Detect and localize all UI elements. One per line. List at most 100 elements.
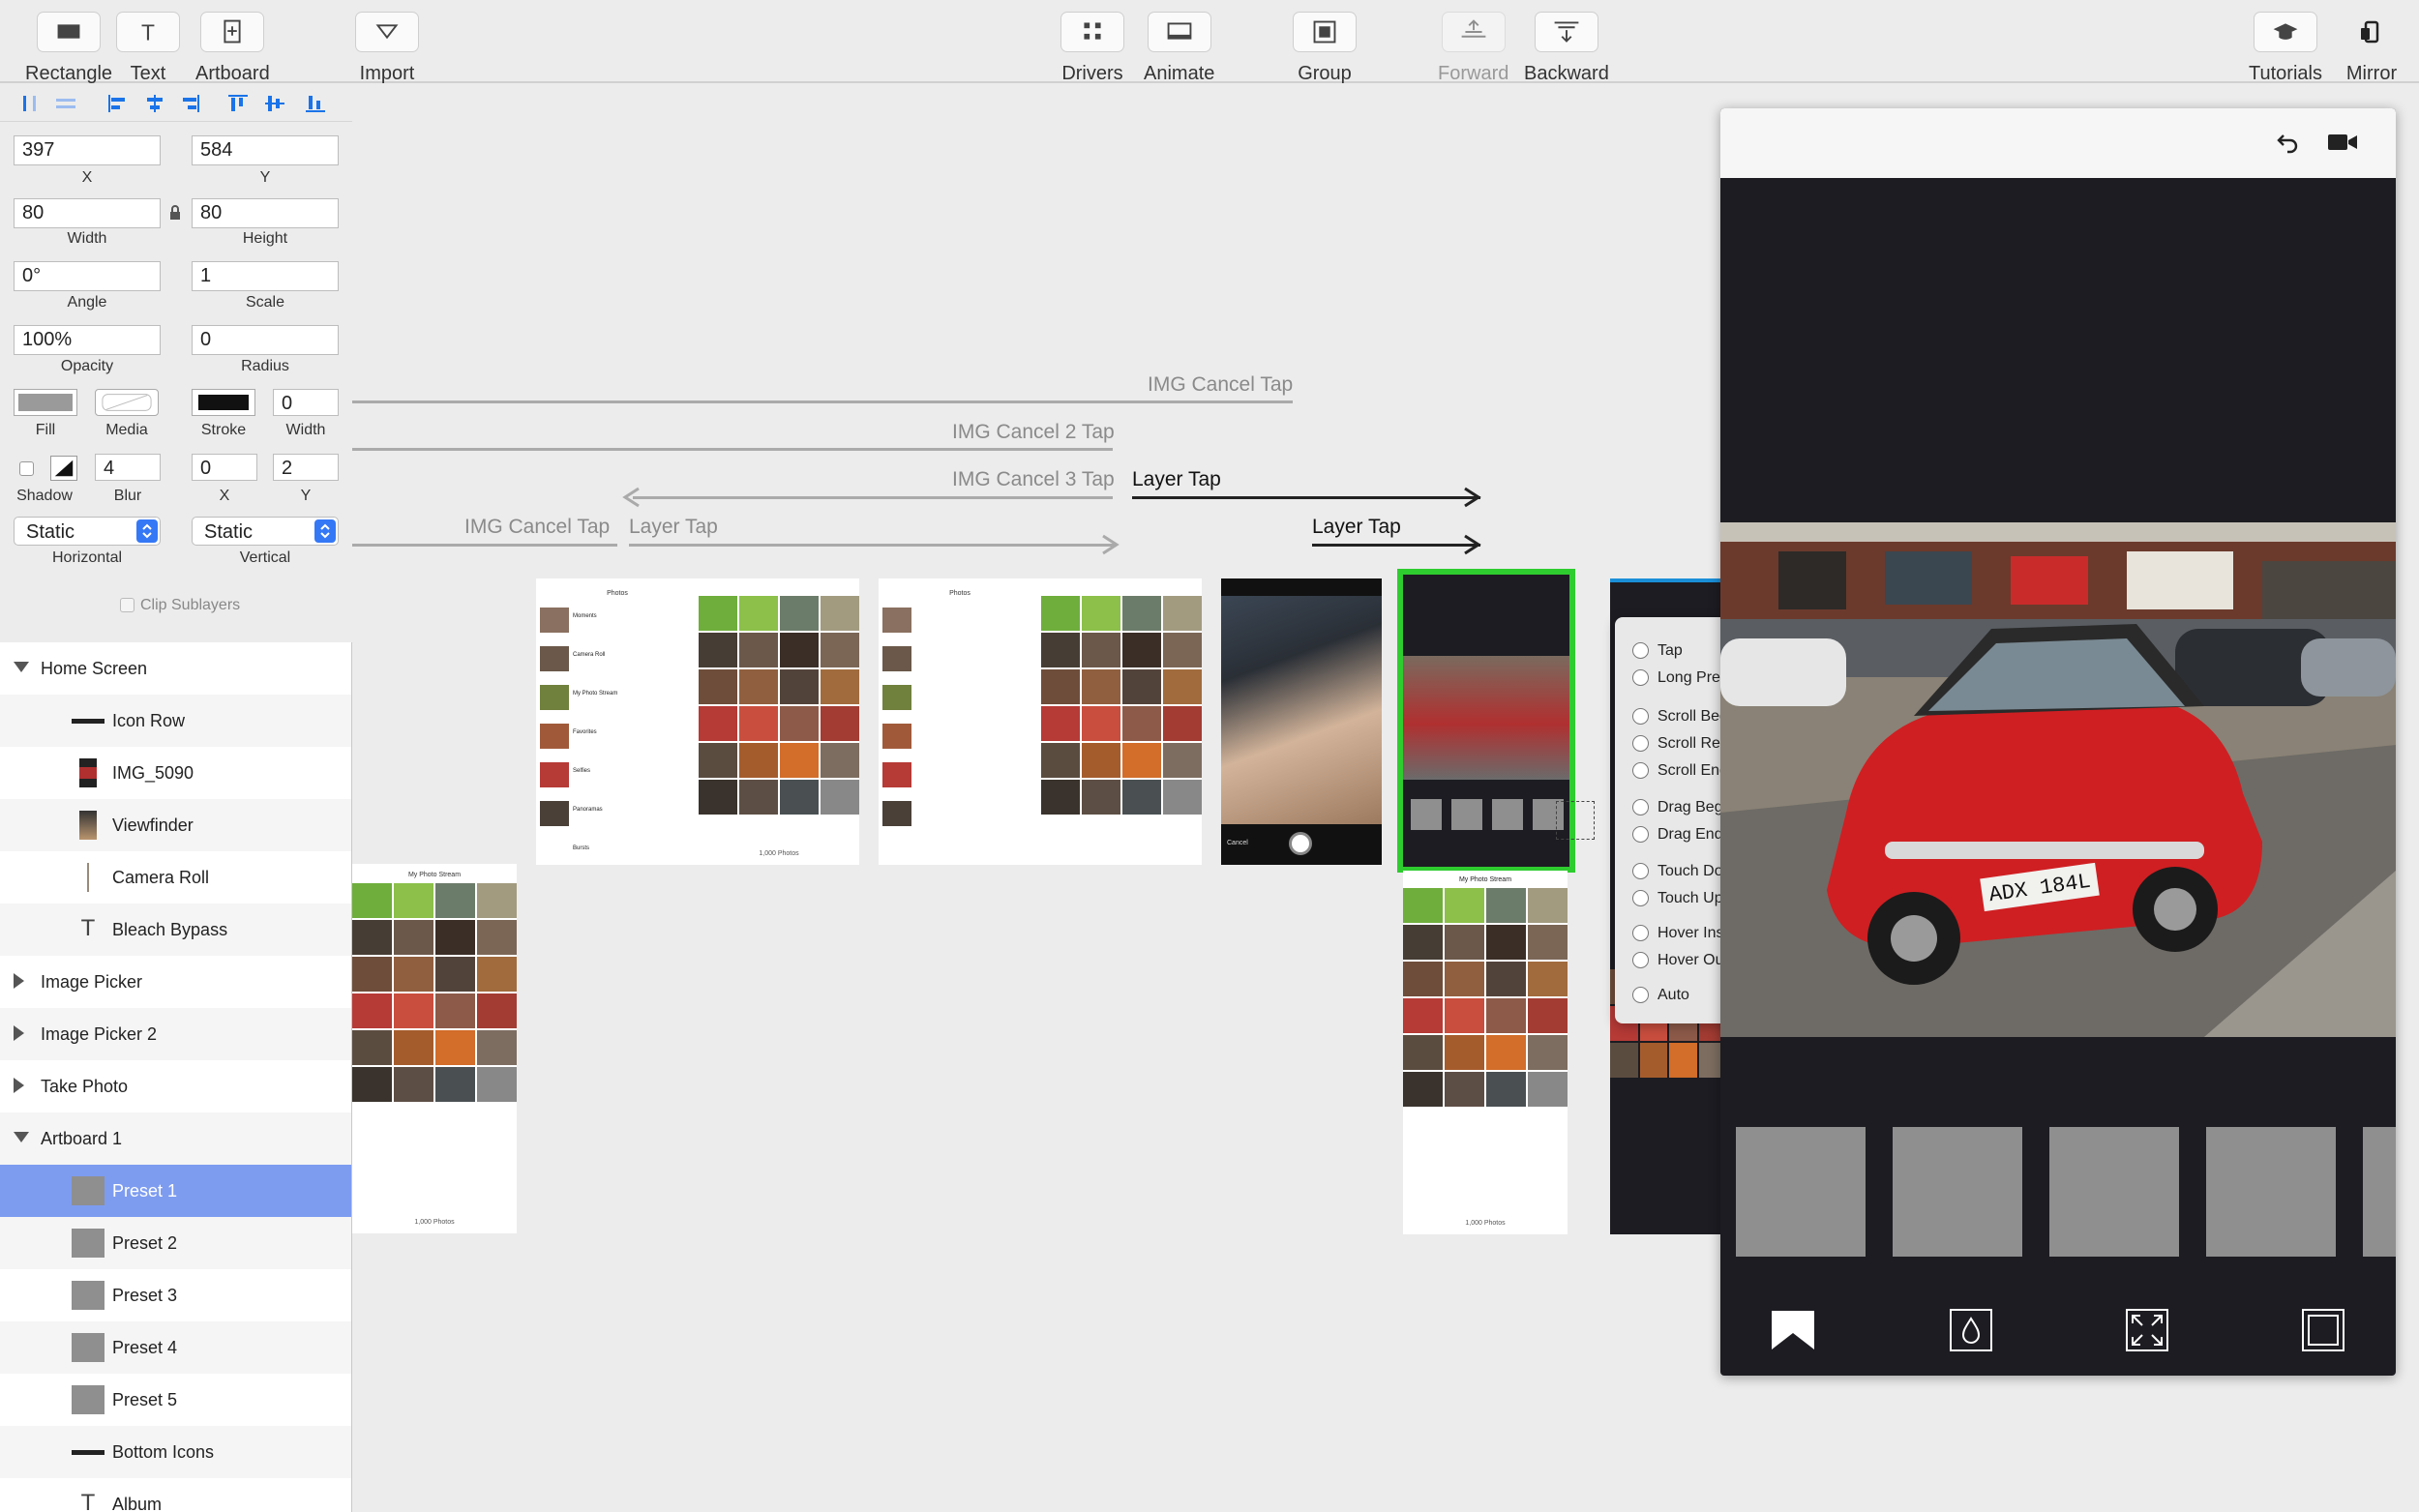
x-field[interactable]: 397: [14, 135, 161, 165]
connection-label[interactable]: Layer Tap: [629, 516, 718, 539]
shadow-y-field[interactable]: 2: [273, 454, 339, 481]
artboard-tool-button[interactable]: Artboard: [195, 12, 270, 85]
layer-row[interactable]: Image Picker: [0, 956, 351, 1008]
drivers-button[interactable]: Drivers: [1060, 12, 1124, 85]
bookmark-icon[interactable]: [1769, 1308, 1817, 1352]
layer-row[interactable]: Bottom Icons: [0, 1426, 351, 1478]
connection-label[interactable]: IMG Cancel 2 Tap: [952, 421, 1115, 444]
media-swatch[interactable]: [95, 389, 159, 416]
stroke-width-field[interactable]: 0: [273, 389, 339, 416]
connection-line[interactable]: [633, 496, 1113, 499]
layer-row[interactable]: Preset 5: [0, 1374, 351, 1426]
group-button[interactable]: Group: [1293, 12, 1357, 85]
preset-2-swatch[interactable]: [1893, 1127, 2022, 1257]
layer-row[interactable]: Viewfinder: [0, 799, 351, 851]
connection-label[interactable]: Layer Tap: [1132, 468, 1221, 491]
disclosure-closed-icon[interactable]: [14, 973, 24, 989]
trigger-option[interactable]: Scroll End: [1632, 762, 1728, 780]
artboard-1-selected[interactable]: [1397, 569, 1575, 873]
artboard-take-photo[interactable]: Cancel: [1221, 578, 1382, 865]
layer-row[interactable]: Home Screen: [0, 642, 351, 695]
backward-button[interactable]: Backward: [1524, 12, 1609, 85]
disclosure-open-icon[interactable]: [14, 1132, 29, 1142]
rectangle-tool-button[interactable]: Rectangle: [25, 12, 112, 85]
preset-4-swatch[interactable]: [2206, 1127, 2336, 1257]
shadow-x-field[interactable]: 0: [192, 454, 257, 481]
height-field[interactable]: 80: [192, 198, 339, 228]
scale-field[interactable]: 1: [192, 261, 339, 291]
blur-field[interactable]: 4: [95, 454, 161, 481]
connection-line[interactable]: [352, 448, 1113, 451]
radio-icon[interactable]: [1632, 708, 1649, 726]
opacity-field[interactable]: 100%: [14, 325, 161, 355]
artboard-image-picker-2[interactable]: Photos: [879, 578, 1202, 865]
droplet-icon[interactable]: [1949, 1308, 1993, 1352]
trigger-option[interactable]: Auto: [1632, 987, 1689, 1004]
preset-1-swatch[interactable]: [1736, 1127, 1866, 1257]
radius-field[interactable]: 0: [192, 325, 339, 355]
radio-icon[interactable]: [1632, 735, 1649, 753]
align-left-icon[interactable]: [106, 93, 130, 114]
distribute-horizontal-icon[interactable]: [19, 93, 43, 114]
artboard-image-picker[interactable]: Photos Moments Camera Roll My Photo Stre…: [536, 578, 859, 865]
layer-row[interactable]: IMG_5090: [0, 747, 351, 799]
disclosure-closed-icon[interactable]: [14, 1078, 24, 1093]
disclosure-open-icon[interactable]: [14, 662, 29, 672]
layer-row[interactable]: Image Picker 2: [0, 1008, 351, 1060]
trigger-option[interactable]: Drag End: [1632, 826, 1723, 844]
layer-row[interactable]: T Album: [0, 1478, 351, 1512]
trigger-option[interactable]: Tap: [1632, 642, 1683, 660]
align-right-icon[interactable]: [178, 93, 201, 114]
connection-label[interactable]: Layer Tap: [1312, 516, 1401, 539]
align-center-horizontal-icon[interactable]: [143, 93, 166, 114]
shadow-checkbox[interactable]: [19, 461, 34, 476]
connection-line[interactable]: [1132, 496, 1480, 499]
radio-icon[interactable]: [1632, 863, 1649, 880]
undo-icon[interactable]: [2276, 130, 2301, 155]
artboard-album[interactable]: My Photo Stream 1,000 Photos: [1403, 871, 1568, 1234]
stroke-swatch[interactable]: [192, 389, 255, 416]
selection-handles[interactable]: [1556, 801, 1595, 840]
trigger-option[interactable]: Touch Up: [1632, 890, 1723, 907]
shadow-color-swatch[interactable]: [50, 456, 77, 481]
shutter-button[interactable]: [1289, 832, 1312, 855]
text-tool-button[interactable]: T Text: [116, 12, 180, 85]
align-top-icon[interactable]: [226, 93, 250, 114]
forward-button[interactable]: Forward: [1438, 12, 1508, 85]
radio-icon[interactable]: [1632, 642, 1649, 660]
animate-button[interactable]: Animate: [1144, 12, 1214, 85]
artboard-photo-stream[interactable]: My Photo Stream 1,000 Photos: [352, 864, 517, 1233]
width-field[interactable]: 80: [14, 198, 161, 228]
layer-row[interactable]: Artboard 1: [0, 1112, 351, 1165]
connection-line[interactable]: [352, 400, 1293, 403]
connection-line[interactable]: [629, 544, 1117, 547]
y-field[interactable]: 584: [192, 135, 339, 165]
radio-icon[interactable]: [1632, 799, 1649, 816]
layer-row[interactable]: Preset 1: [0, 1165, 351, 1217]
layer-row[interactable]: T Bleach Bypass: [0, 904, 351, 956]
preset-3-swatch[interactable]: [2049, 1127, 2179, 1257]
lock-icon[interactable]: [168, 204, 182, 222]
mirror-button[interactable]: Mirror: [2340, 12, 2404, 85]
connection-label[interactable]: IMG Cancel Tap: [1148, 373, 1293, 397]
distribute-vertical-icon[interactable]: [54, 93, 77, 114]
connection-label[interactable]: IMG Cancel Tap: [464, 516, 610, 539]
radio-icon[interactable]: [1632, 762, 1649, 780]
align-bottom-icon[interactable]: [304, 93, 327, 114]
radio-icon[interactable]: [1632, 987, 1649, 1004]
layer-row[interactable]: Icon Row: [0, 695, 351, 747]
horizontal-select[interactable]: Static: [14, 517, 161, 546]
preset-5-swatch[interactable]: [2363, 1127, 2396, 1257]
clip-sublayers-checkbox[interactable]: [120, 598, 134, 612]
video-camera-icon[interactable]: [2326, 132, 2359, 153]
radio-icon[interactable]: [1632, 890, 1649, 907]
connection-label[interactable]: IMG Cancel 3 Tap: [952, 468, 1115, 491]
tutorials-button[interactable]: Tutorials: [2249, 12, 2322, 85]
square-frame-icon[interactable]: [2301, 1308, 2345, 1352]
layer-row[interactable]: Preset 4: [0, 1321, 351, 1374]
layer-row[interactable]: Take Photo: [0, 1060, 351, 1112]
angle-field[interactable]: 0°: [14, 261, 161, 291]
vertical-select[interactable]: Static: [192, 517, 339, 546]
radio-icon[interactable]: [1632, 952, 1649, 969]
layer-row[interactable]: Camera Roll: [0, 851, 351, 904]
